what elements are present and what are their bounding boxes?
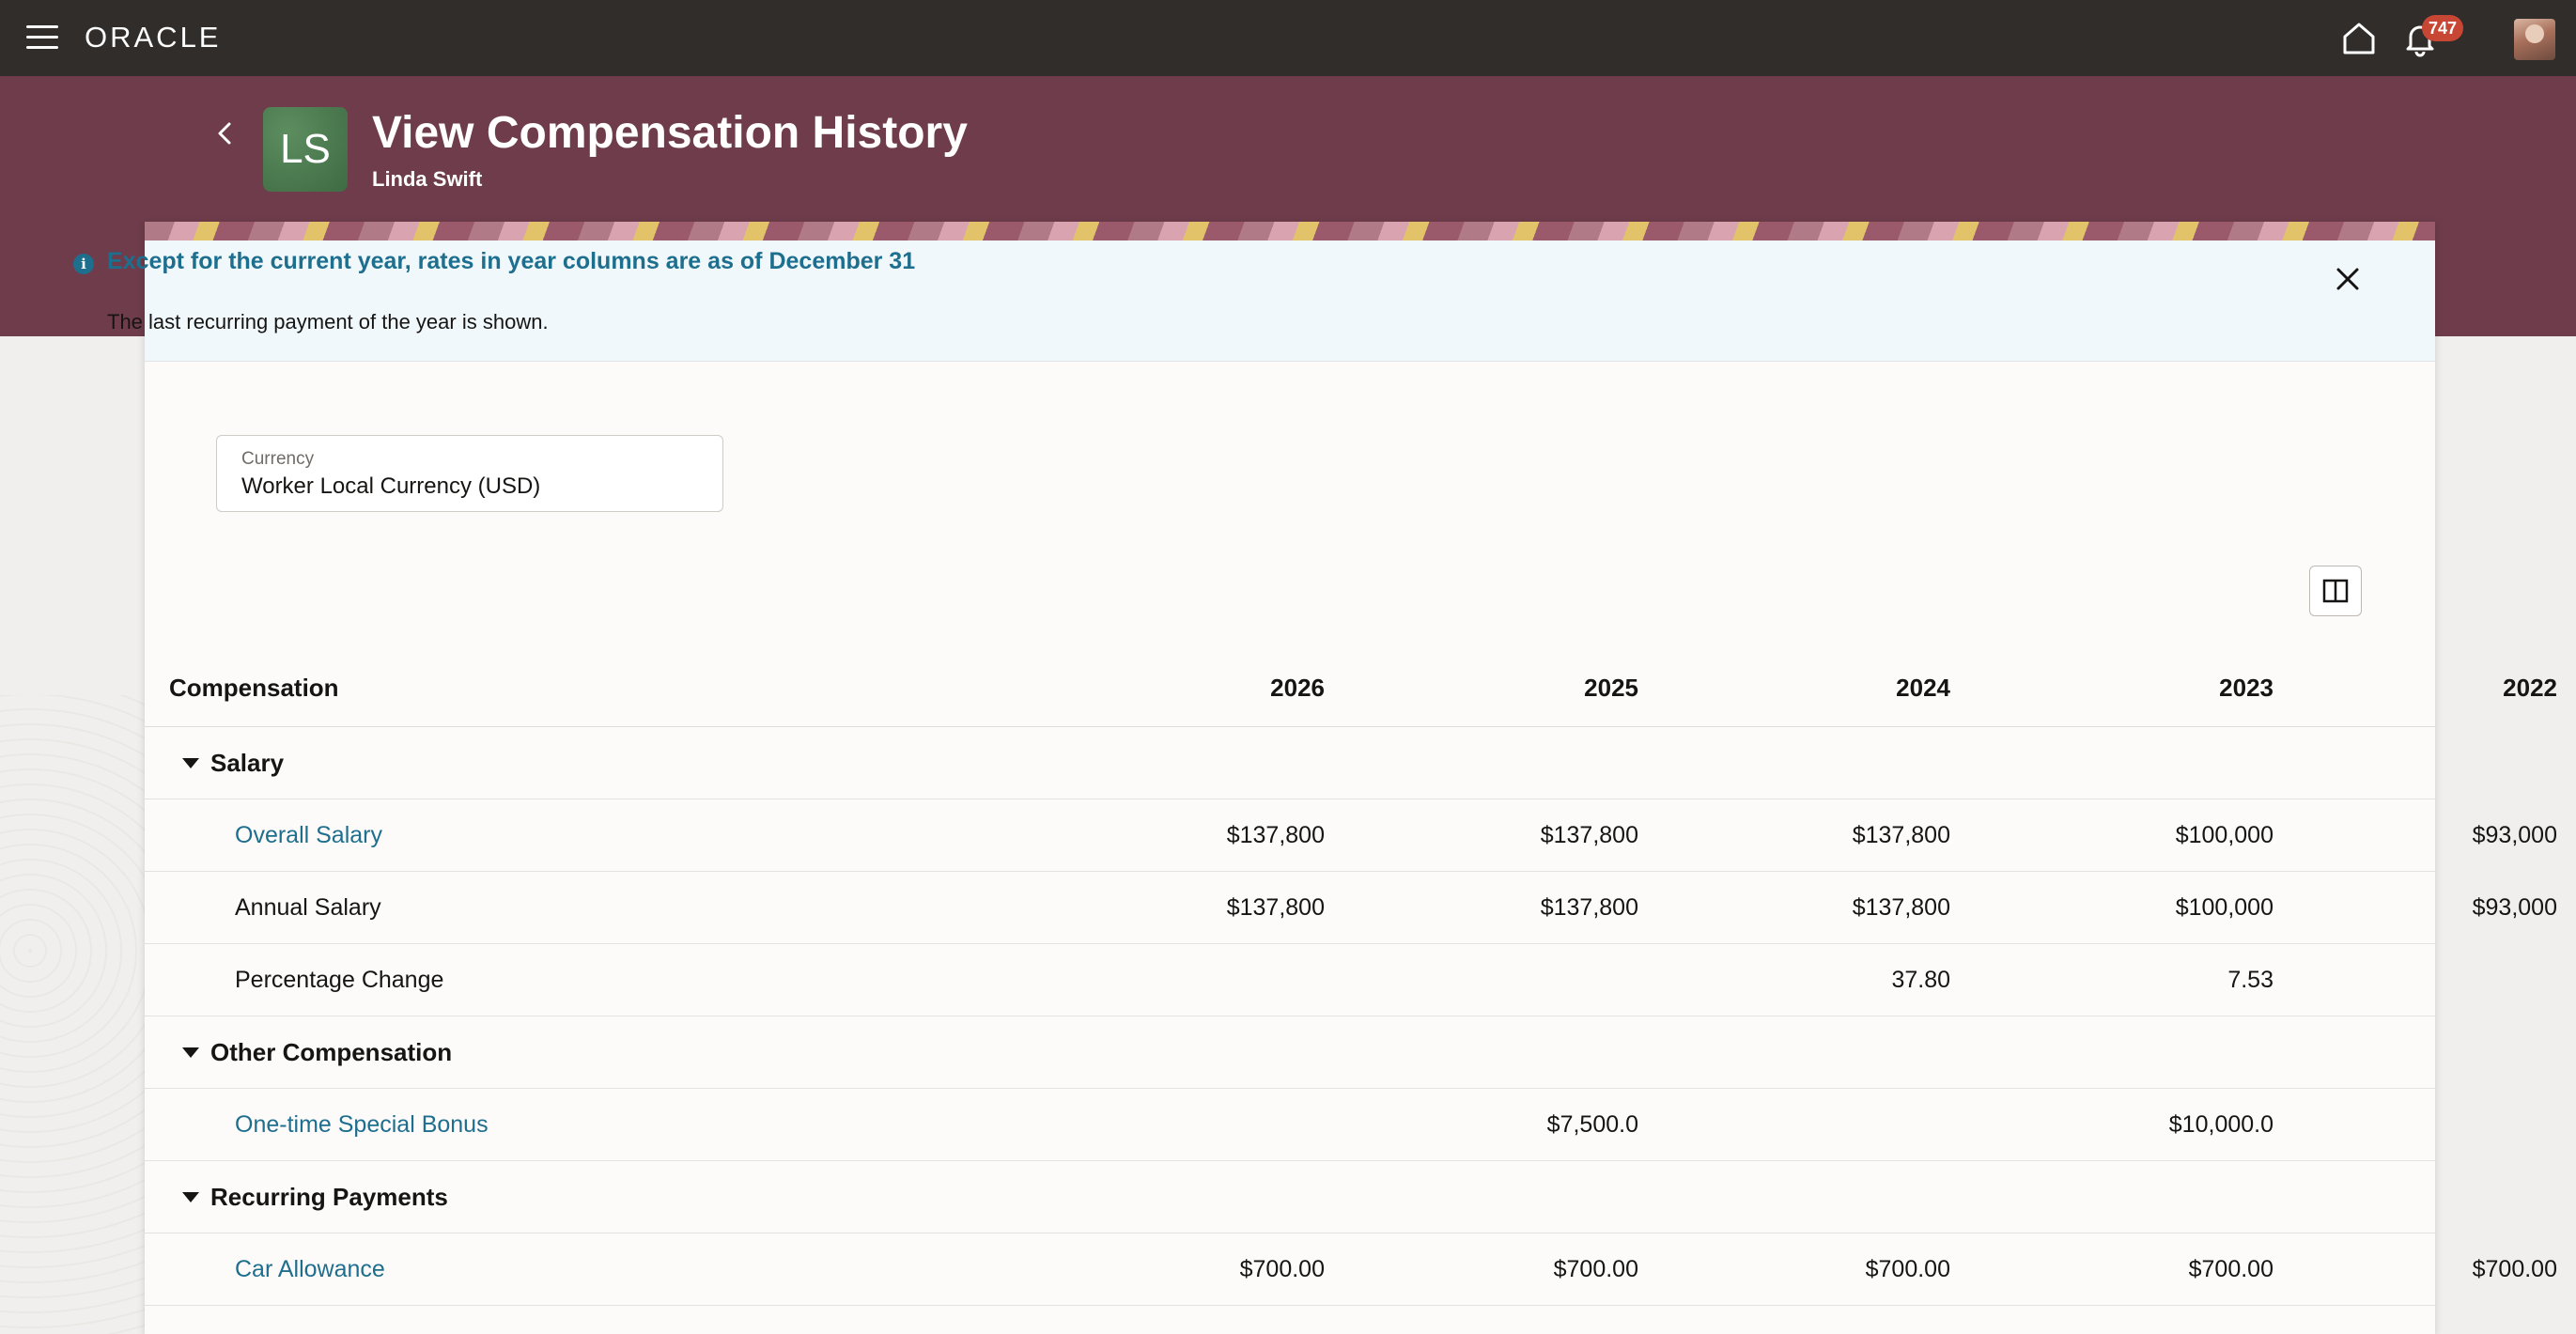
row-label: Annual Salary [235, 893, 381, 921]
column-header-2024[interactable]: 2024 [1638, 650, 1950, 726]
table-row: Percentage Change 37.80 7.53 [145, 944, 2435, 1016]
table-cell: $100,000 [2175, 893, 2273, 921]
split-panel-icon [2322, 579, 2349, 603]
table-cell: 37.80 [1891, 966, 1950, 993]
page-title: View Compensation History [372, 108, 968, 158]
currency-field[interactable]: Currency Worker Local Currency (USD) [216, 435, 723, 512]
table-cell: $700.00 [1553, 1255, 1638, 1282]
table-cell: $137,800 [1540, 821, 1638, 848]
table-cell: $93,000 [2472, 893, 2557, 921]
table-cell: $137,800 [1226, 821, 1325, 848]
column-header-2022[interactable]: 2022 [2273, 650, 2557, 726]
table-cell: $100,000 [2175, 821, 2273, 848]
group-label: Salary [182, 727, 934, 799]
table-cell: $137,800 [1852, 821, 1950, 848]
table-cell: $93,000 [2472, 821, 2557, 848]
info-icon: i [73, 254, 94, 274]
caret-down-icon[interactable] [182, 757, 199, 768]
user-avatar[interactable] [2514, 19, 2555, 60]
caret-down-icon[interactable] [182, 1191, 199, 1202]
column-header-2026[interactable]: 2026 [915, 650, 1325, 726]
group-row-salary[interactable]: Salary [145, 727, 2435, 799]
car-allowance-link[interactable]: Car Allowance [235, 1233, 986, 1305]
one-time-special-bonus-link[interactable]: One-time Special Bonus [235, 1089, 986, 1160]
info-title: Except for the current year, rates in ye… [107, 248, 916, 274]
table-cell: 7.53 [2227, 966, 2273, 993]
table-cell: $137,800 [1226, 893, 1325, 921]
column-layout-button[interactable] [2309, 566, 2362, 616]
table-row: Car Allowance $700.00 $700.00 $700.00 $7… [145, 1233, 2557, 1306]
table-cell [1638, 1089, 1950, 1160]
table-cell: $700.00 [1865, 1255, 1950, 1282]
group-row-other-compensation[interactable]: Other Compensation [145, 1016, 2435, 1089]
group-label: Other Compensation [182, 1016, 934, 1088]
back-chevron-icon[interactable] [209, 116, 242, 150]
table-row: Annual Salary $137,800 $137,800 $137,800… [145, 872, 2557, 944]
table-row: Overall Salary $137,800 $137,800 $137,80… [145, 799, 2557, 872]
employee-name: Linda Swift [372, 167, 483, 191]
top-navigation-bar: ORACLE 747 [0, 0, 2576, 76]
table-cell: $137,800 [1540, 893, 1638, 921]
menu-icon[interactable] [26, 25, 58, 50]
group-label: Recurring Payments [182, 1161, 934, 1233]
compensation-table: Compensation 2026 2025 2024 2023 2022 Sa… [145, 650, 2557, 1306]
column-header-2025[interactable]: 2025 [1327, 650, 1638, 726]
table-cell: $7,500.0 [1546, 1110, 1638, 1138]
currency-value: Worker Local Currency (USD) [241, 473, 541, 499]
close-icon[interactable] [2334, 265, 2362, 293]
currency-label: Currency [241, 449, 315, 469]
table-header-row: Compensation 2026 2025 2024 2023 2022 [145, 650, 2557, 727]
column-header-2023[interactable]: 2023 [1950, 650, 2273, 726]
table-cell: $700.00 [1239, 1255, 1325, 1282]
table-cell [915, 1089, 1325, 1160]
notification-badge: 747 [2422, 15, 2463, 41]
row-label: Percentage Change [235, 966, 444, 993]
oracle-logo[interactable]: ORACLE [85, 21, 221, 54]
table-cell [2273, 944, 2557, 1016]
employee-avatar: LS [263, 107, 348, 192]
group-row-recurring-payments[interactable]: Recurring Payments [145, 1161, 2435, 1233]
table-cell [915, 944, 1325, 1016]
background-pattern [0, 695, 150, 1334]
table-cell: $700.00 [2188, 1255, 2273, 1282]
table-cell [1327, 944, 1638, 1016]
overall-salary-link[interactable]: Overall Salary [235, 799, 986, 871]
banner-art [145, 222, 2435, 240]
info-body: The last recurring payment of the year i… [107, 310, 549, 334]
table-row: One-time Special Bonus $7,500.0 $10,000.… [145, 1089, 2435, 1161]
table-cell: $137,800 [1852, 893, 1950, 921]
home-icon[interactable] [2339, 19, 2379, 58]
caret-down-icon[interactable] [182, 1047, 199, 1058]
table-cell: $700.00 [2472, 1255, 2557, 1282]
table-cell: $10,000.0 [2168, 1110, 2273, 1138]
table-cell [2273, 1089, 2557, 1160]
column-header-compensation[interactable]: Compensation [169, 650, 921, 726]
